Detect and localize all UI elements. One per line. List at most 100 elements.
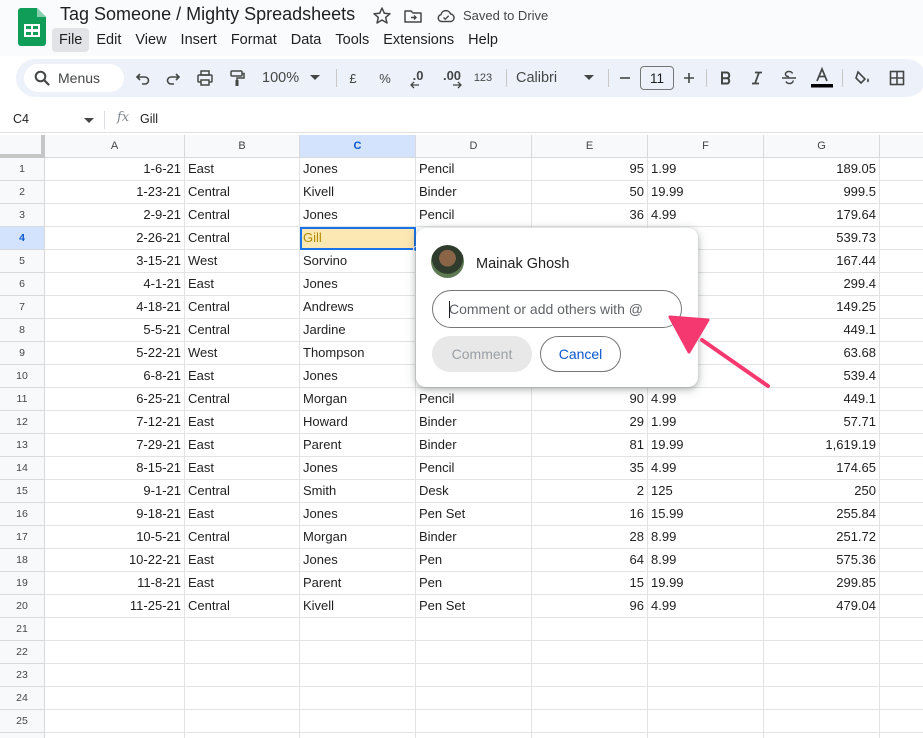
decrease-font-size-button[interactable] <box>616 59 634 97</box>
cell[interactable]: 4-18-21 <box>45 296 185 319</box>
cell[interactable]: 255.84 <box>764 503 880 526</box>
cell[interactable] <box>880 227 923 250</box>
search-menus-button[interactable]: Menus <box>24 64 124 92</box>
menu-file[interactable]: File <box>52 28 90 52</box>
cell[interactable] <box>764 618 880 641</box>
row-header-8[interactable]: 8 <box>0 319 45 342</box>
menu-tools[interactable]: Tools <box>328 28 376 52</box>
cell[interactable] <box>880 204 923 227</box>
cell[interactable]: 1,619.19 <box>764 434 880 457</box>
increase-font-size-button[interactable] <box>680 59 698 97</box>
cell[interactable]: Jones <box>300 503 416 526</box>
cell[interactable]: 8.99 <box>648 549 764 572</box>
row-header-5[interactable]: 5 <box>0 250 45 273</box>
cell[interactable]: Central <box>185 388 300 411</box>
cell[interactable] <box>185 687 300 710</box>
column-header-d[interactable]: D <box>416 135 532 158</box>
cell[interactable]: Pen <box>416 572 532 595</box>
cell[interactable] <box>880 273 923 296</box>
cell[interactable] <box>880 572 923 595</box>
cell[interactable]: Jones <box>300 365 416 388</box>
column-header-a[interactable]: A <box>45 135 185 158</box>
cell[interactable] <box>45 664 185 687</box>
cell[interactable] <box>880 457 923 480</box>
row-header-24[interactable]: 24 <box>0 687 45 710</box>
cell[interactable]: 1-6-21 <box>45 158 185 181</box>
cell[interactable]: 3-15-21 <box>45 250 185 273</box>
formula-input[interactable]: Gill <box>140 112 158 126</box>
cell[interactable] <box>300 641 416 664</box>
menu-data[interactable]: Data <box>284 28 329 52</box>
row-header-1[interactable]: 1 <box>0 158 45 181</box>
undo-button[interactable] <box>132 59 154 97</box>
cell[interactable]: 7-12-21 <box>45 411 185 434</box>
borders-button[interactable] <box>886 59 908 97</box>
menu-edit[interactable]: Edit <box>89 28 128 52</box>
cell[interactable]: 90 <box>532 388 648 411</box>
cell[interactable]: East <box>185 434 300 457</box>
column-header-overflow[interactable] <box>880 135 923 158</box>
cell[interactable] <box>880 388 923 411</box>
cell[interactable]: 9-18-21 <box>45 503 185 526</box>
cell[interactable]: Central <box>185 227 300 250</box>
cell[interactable]: 167.44 <box>764 250 880 273</box>
cell[interactable]: 999.5 <box>764 181 880 204</box>
cancel-button[interactable]: Cancel <box>540 336 621 372</box>
cell[interactable]: 449.1 <box>764 319 880 342</box>
cell[interactable] <box>532 710 648 733</box>
cell[interactable]: 449.1 <box>764 388 880 411</box>
cell[interactable]: 189.05 <box>764 158 880 181</box>
percent-format-button[interactable]: % <box>376 59 394 97</box>
row-header-14[interactable]: 14 <box>0 457 45 480</box>
cell[interactable] <box>532 733 648 738</box>
cell[interactable] <box>880 595 923 618</box>
cell[interactable]: 35 <box>532 457 648 480</box>
cell[interactable] <box>880 434 923 457</box>
cell[interactable]: Sorvino <box>300 250 416 273</box>
cell[interactable] <box>300 618 416 641</box>
row-header-26[interactable]: 26 <box>0 733 45 738</box>
cell[interactable]: East <box>185 411 300 434</box>
cell[interactable]: Binder <box>416 181 532 204</box>
cell[interactable]: Kivell <box>300 595 416 618</box>
cell[interactable] <box>416 687 532 710</box>
cell[interactable]: 479.04 <box>764 595 880 618</box>
row-header-12[interactable]: 12 <box>0 411 45 434</box>
cell[interactable]: Central <box>185 319 300 342</box>
cell[interactable]: Central <box>185 480 300 503</box>
decrease-decimal-button[interactable]: .0 <box>406 59 430 97</box>
cell[interactable]: 6-8-21 <box>45 365 185 388</box>
cell[interactable]: 539.4 <box>764 365 880 388</box>
row-header-25[interactable]: 25 <box>0 710 45 733</box>
menu-view[interactable]: View <box>128 28 173 52</box>
cell[interactable]: Pencil <box>416 158 532 181</box>
cell[interactable]: 57.71 <box>764 411 880 434</box>
cell[interactable]: Central <box>185 181 300 204</box>
cell[interactable]: 29 <box>532 411 648 434</box>
cell[interactable]: 8.99 <box>648 526 764 549</box>
cell[interactable]: 15 <box>532 572 648 595</box>
cell[interactable] <box>416 618 532 641</box>
cell[interactable]: Pencil <box>416 204 532 227</box>
print-button[interactable] <box>194 59 216 97</box>
cell[interactable]: Central <box>185 526 300 549</box>
cell[interactable] <box>880 480 923 503</box>
cell[interactable] <box>532 664 648 687</box>
cell[interactable] <box>648 641 764 664</box>
cell[interactable]: 179.64 <box>764 204 880 227</box>
row-header-19[interactable]: 19 <box>0 572 45 595</box>
cell[interactable]: 36 <box>532 204 648 227</box>
row-header-7[interactable]: 7 <box>0 296 45 319</box>
cell[interactable] <box>764 641 880 664</box>
menu-help[interactable]: Help <box>461 28 505 52</box>
cell[interactable] <box>880 365 923 388</box>
cell[interactable]: East <box>185 457 300 480</box>
cell[interactable] <box>185 641 300 664</box>
cell[interactable]: Morgan <box>300 388 416 411</box>
cell[interactable] <box>880 342 923 365</box>
row-header-17[interactable]: 17 <box>0 526 45 549</box>
row-header-15[interactable]: 15 <box>0 480 45 503</box>
comment-input[interactable] <box>432 290 682 328</box>
cell[interactable]: 10-5-21 <box>45 526 185 549</box>
currency-format-button[interactable]: £ <box>344 59 362 97</box>
